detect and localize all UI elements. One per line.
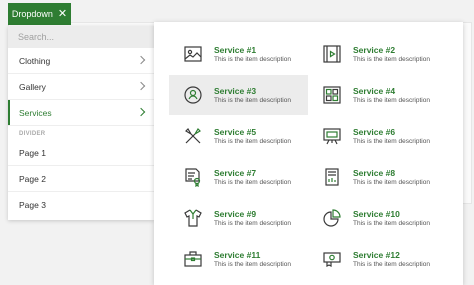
divider-label: DIVIDER [19,131,46,137]
dropdown-label: Dropdown [11,9,53,19]
service-title: Service #9 [214,208,257,219]
service-description: This is the item description [353,219,430,227]
service-item-3[interactable]: Service #3 This is the item description [169,75,308,115]
service-item-11[interactable]: Service #11 This is the item description [169,239,308,279]
service-item-10[interactable]: Service #10 This is the item description [308,198,447,238]
service-title: Service #2 [353,44,396,55]
service-item-5[interactable]: Service #5 This is the item description [169,116,308,156]
service-title: Service #7 [214,167,257,178]
service-title: Service #8 [353,167,396,178]
service-description: This is the item description [214,55,291,63]
service-title: Service #10 [353,208,400,219]
service-description: This is the item description [214,260,291,268]
service-title: Service #6 [353,126,396,137]
certificate-icon [183,167,203,187]
service-title: Service #3 [214,85,257,96]
service-item-12[interactable]: Service #12 This is the item description [308,239,447,279]
menu-item-label: Page 1 [19,148,46,158]
service-description: This is the item description [353,260,430,268]
menu-item-label: Page 2 [19,174,46,184]
service-item-9[interactable]: Service #9 This is the item description [169,198,308,238]
menu-item-label: Page 3 [19,200,46,210]
service-description: This is the item description [214,219,291,227]
user-circle-icon [183,85,203,105]
search-input[interactable] [8,26,154,48]
service-description: This is the item description [214,137,291,145]
money-icon [322,249,342,269]
image-icon [183,44,203,64]
service-item-8[interactable]: Service #8 This is the item description [308,157,447,197]
shirt-icon [183,208,203,228]
service-title: Service #12 [353,249,400,260]
service-title: Service #11 [214,249,261,260]
service-description: This is the item description [214,178,291,186]
film-icon [322,44,342,64]
service-item-7[interactable]: Service #7 This is the item description [169,157,308,197]
services-submenu-panel: Service #1 This is the item description S… [154,22,463,285]
service-description: This is the item description [353,178,430,186]
briefcase-icon [183,249,203,269]
menu-item-services[interactable]: Services [8,100,154,126]
tools-icon [183,126,203,146]
chevron-right-icon [136,81,146,91]
menu-item-label: Services [19,108,52,118]
menu-item-page-3[interactable]: Page 3 [8,192,154,218]
dropdown-button[interactable]: Dropdown ✕ [8,3,71,25]
service-item-2[interactable]: Service #2 This is the item description [308,34,447,74]
document-chart-icon [322,167,342,187]
close-icon[interactable]: ✕ [58,8,67,20]
service-item-6[interactable]: Service #6 This is the item description [308,116,447,156]
presentation-icon [322,126,342,146]
service-description: This is the item description [353,55,430,63]
menu-item-page-1[interactable]: Page 1 [8,140,154,166]
pie-chart-icon [322,208,342,228]
menu-item-label: Clothing [19,56,51,66]
chevron-right-icon [136,55,146,65]
service-description: This is the item description [353,137,430,145]
menu-item-label: Gallery [19,82,46,92]
menu-item-gallery[interactable]: Gallery [8,74,154,100]
service-item-1[interactable]: Service #1 This is the item description [169,34,308,74]
service-title: Service #1 [214,44,257,55]
service-description: This is the item description [353,96,430,104]
menu-item-clothing[interactable]: Clothing [8,48,154,74]
dashboard-icon [322,85,342,105]
service-description: This is the item description [214,96,291,104]
service-title: Service #5 [214,126,257,137]
chevron-right-icon [136,107,146,117]
dropdown-menu: Clothing Gallery Services DIVIDER Page 1… [8,26,154,220]
menu-item-page-2[interactable]: Page 2 [8,166,154,192]
service-title: Service #4 [353,85,396,96]
service-item-4[interactable]: Service #4 This is the item description [308,75,447,115]
